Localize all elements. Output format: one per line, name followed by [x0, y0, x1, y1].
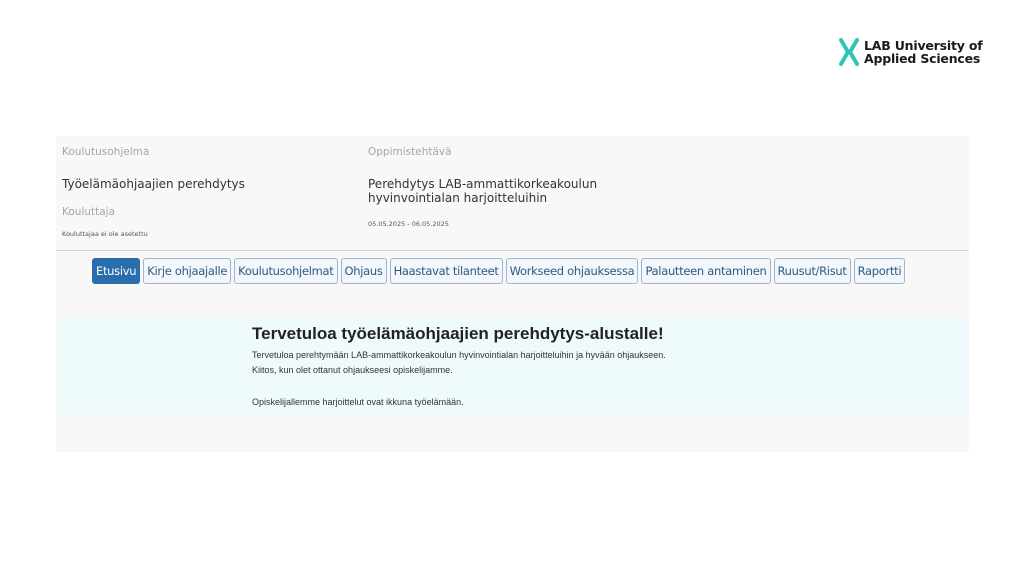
tab-ohjaus[interactable]: Ohjaus [340, 258, 387, 284]
welcome-title: Tervetuloa työelämäohjaajien perehdytys-… [252, 324, 664, 343]
lab-logo-text: LAB University of Applied Sciences [864, 39, 983, 66]
tab-workseed-ohjauksessa[interactable]: Workseed ohjauksessa [505, 258, 639, 284]
main-nav: Etusivu Kirje ohjaajalle Koulutusohjelma… [92, 258, 906, 284]
lab-logo-mark-icon [839, 38, 859, 66]
welcome-line-3: Opiskelijallemme harjoittelut ovat ikkun… [252, 397, 464, 407]
trainer-value: Kouluttajaa ei ole asetettu [62, 230, 148, 238]
trainer-label: Kouluttaja [62, 206, 116, 218]
tab-palautteen-antaminen[interactable]: Palautteen antaminen [641, 258, 771, 284]
welcome-box: Tervetuloa työelämäohjaajien perehdytys-… [60, 317, 969, 415]
welcome-line-1: Tervetuloa perehtymään LAB-ammattikorkea… [252, 350, 666, 360]
brand-line-2: Applied Sciences [864, 51, 981, 66]
task-value-line-2: hyvinvointialan harjoitteluihin [368, 191, 548, 205]
tab-raportti[interactable]: Raportti [853, 258, 906, 284]
divider [56, 250, 969, 251]
program-label: Koulutusohjelma [62, 146, 150, 158]
tab-koulutusohjelmat[interactable]: Koulutusohjelmat [234, 258, 338, 284]
welcome-line-2: Kiitos, kun olet ottanut ohjaukseesi opi… [252, 365, 453, 375]
course-panel: Koulutusohjelma Työelämäohjaajien perehd… [56, 136, 969, 452]
tab-ruusut-risut[interactable]: Ruusut/Risut [773, 258, 851, 284]
course-info: Koulutusohjelma Työelämäohjaajien perehd… [56, 136, 969, 250]
lab-logo[interactable]: LAB University of Applied Sciences [838, 35, 988, 69]
tab-etusivu[interactable]: Etusivu [92, 258, 141, 284]
tab-haastavat-tilanteet[interactable]: Haastavat tilanteet [389, 258, 503, 284]
tab-kirje-ohjaajalle[interactable]: Kirje ohjaajalle [143, 258, 232, 284]
task-value-line-1: Perehdytys LAB-ammattikorkeakoulun [368, 177, 598, 191]
task-label: Oppimistehtävä [368, 146, 452, 158]
task-dates: 05.05.2025 - 06.05.2025 [368, 220, 449, 228]
program-value: Työelämäohjaajien perehdytys [62, 177, 245, 191]
